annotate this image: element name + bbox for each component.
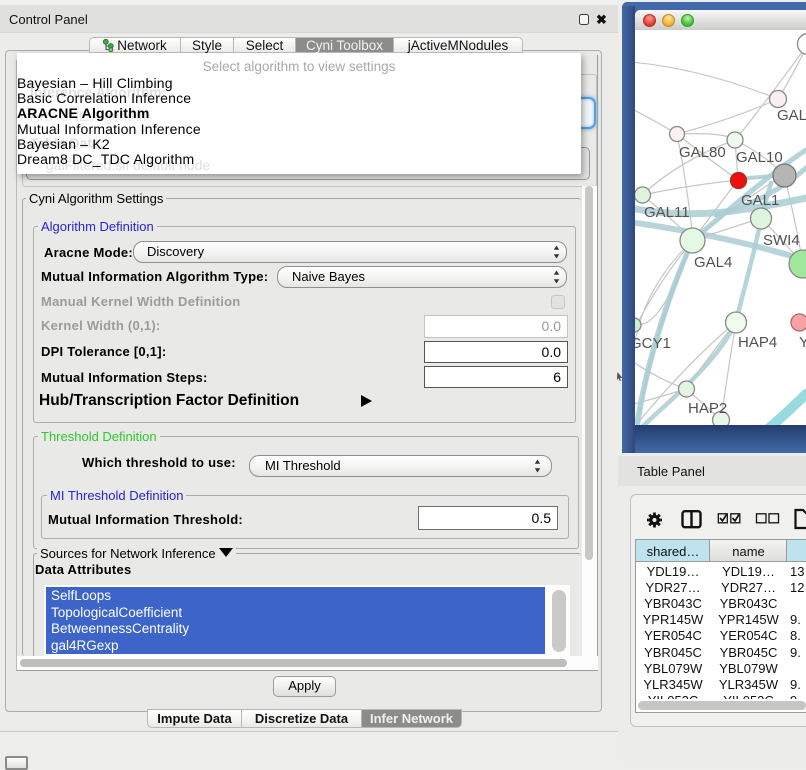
svg-text:HAP2: HAP2 <box>688 400 727 417</box>
svg-text:GAL2: GAL2 <box>777 107 806 124</box>
svg-text:GAL4: GAL4 <box>694 254 732 271</box>
svg-text:Y: Y <box>799 334 806 351</box>
svg-text:HAP4: HAP4 <box>738 334 777 351</box>
svg-text:GAL80: GAL80 <box>679 144 726 161</box>
svg-text:GAL11: GAL11 <box>644 204 690 221</box>
svg-text:GAL10: GAL10 <box>736 149 783 166</box>
svg-text:GAL1: GAL1 <box>741 192 779 209</box>
svg-text:GCY1: GCY1 <box>635 335 671 352</box>
svg-text:SWI4: SWI4 <box>763 232 800 249</box>
